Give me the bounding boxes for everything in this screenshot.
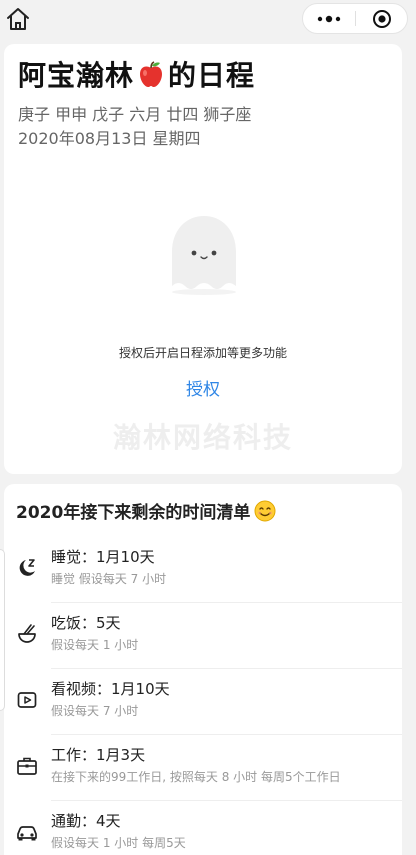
item-name: 睡觉：1月10天 [51, 548, 155, 566]
top-bar [0, 0, 416, 40]
item-desc: 睡觉 假设每天 7 小时 [51, 572, 167, 586]
item-desc: 假设每天 1 小时 每周5天 [51, 836, 186, 850]
item-desc: 在接下来的99工作日, 按照每天 8 小时 每周5个工作日 [51, 770, 341, 784]
close-target-icon[interactable] [356, 4, 407, 33]
company-watermark: 瀚林网络科技 [112, 421, 293, 454]
list-item-sleep[interactable]: 睡觉：1月10天 睡觉 假设每天 7 小时 [4, 537, 402, 603]
item-name: 通勤：4天 [51, 812, 121, 830]
auth-hint-text: 授权后开启日程添加等更多功能 [118, 346, 287, 360]
home-icon[interactable] [4, 5, 32, 33]
ghost-empty-icon [167, 212, 241, 296]
list-item-work[interactable]: 工作：1月3天 在接下来的99工作日, 按照每天 8 小时 每周5个工作日 [4, 735, 402, 801]
item-desc: 假设每天 7 小时 [51, 704, 139, 718]
section-title-text: 2020年接下来剩余的时间清单 [16, 503, 251, 523]
list-item-video[interactable]: 看视频：1月10天 假设每天 7 小时 [4, 669, 402, 735]
list-item-commute[interactable]: 通勤：4天 假设每天 1 小时 每周5天 [4, 801, 402, 855]
car-icon [16, 821, 38, 843]
page-title: 阿宝瀚林 的日程 [18, 54, 255, 94]
item-name: 吃饭：5天 [51, 614, 121, 632]
apple-icon [136, 59, 166, 89]
moon-sleep-icon [16, 557, 38, 579]
schedule-card: 阿宝瀚林 的日程 庚子 甲申 戊子 六月 廿四 狮子座 2020年08月13日 … [4, 44, 402, 474]
smiley-icon [254, 500, 276, 522]
video-play-icon [16, 689, 38, 711]
item-name: 看视频：1月10天 [51, 680, 170, 698]
authorize-link[interactable]: 授权 [4, 375, 402, 400]
title-name: 阿宝瀚林 [18, 59, 135, 92]
list-item-eat[interactable]: 吃饭：5天 假设每天 1 小时 [4, 603, 402, 669]
gregorian-date: 2020年08月13日 星期四 [18, 129, 201, 148]
more-menu-icon[interactable] [303, 4, 355, 33]
app-page: 阿宝瀚林 的日程 庚子 甲申 戊子 六月 廿四 狮子座 2020年08月13日 … [0, 0, 416, 855]
item-name: 工作：1月3天 [51, 746, 146, 764]
briefcase-icon [16, 755, 38, 777]
mini-program-capsule [302, 3, 408, 34]
section-title: 2020年接下来剩余的时间清单 [16, 498, 276, 523]
bowl-icon [16, 623, 38, 645]
lunar-date: 庚子 甲申 戊子 六月 廿四 狮子座 [18, 105, 252, 124]
item-desc: 假设每天 1 小时 [51, 638, 139, 652]
title-suffix: 的日程 [168, 59, 256, 92]
